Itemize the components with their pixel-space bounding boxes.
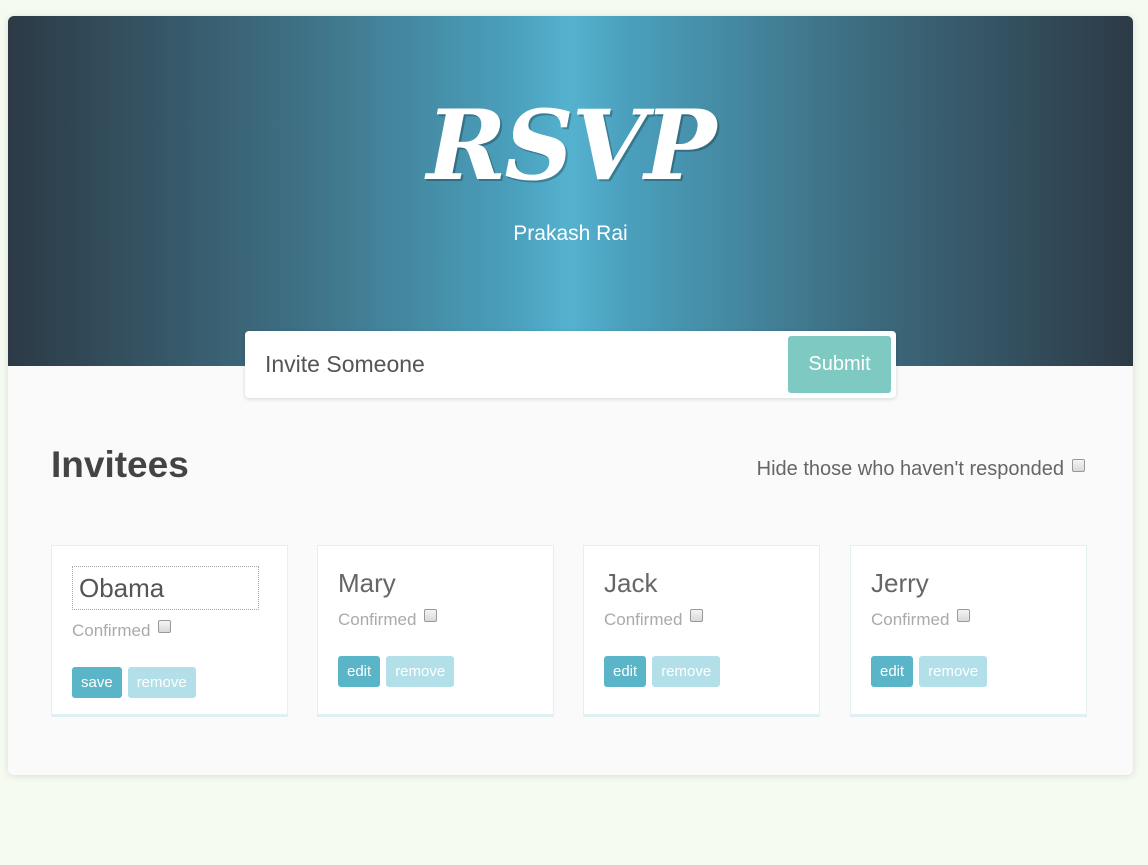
invite-form: Submit [245,331,896,398]
confirmed-label: Confirmed [871,610,950,629]
card-actions: edit remove [338,656,455,687]
invitee-name: Jack [604,568,658,598]
invite-input[interactable] [245,331,765,398]
confirmed-checkbox[interactable] [158,620,172,633]
edit-button[interactable]: edit [338,656,381,687]
filter-checkbox[interactable] [1072,458,1085,472]
confirmed-label: Confirmed [338,610,417,629]
confirmed-toggle[interactable]: Confirmed [72,620,172,640]
confirmed-checkbox[interactable] [690,609,704,622]
invitee-card: Mary Confirmed edit remove [317,545,554,717]
header-subtitle: Prakash Rai [513,222,628,245]
hide-unresponded-filter[interactable]: Hide those who haven't responded [756,458,1085,480]
header-banner: RSVP Prakash Rai [8,16,1133,366]
save-button[interactable]: save [72,667,122,698]
confirmed-checkbox[interactable] [957,609,971,622]
invitee-card: Jerry Confirmed edit remove [850,545,1087,717]
submit-button[interactable]: Submit [788,336,891,393]
card-actions: save remove [72,667,196,698]
confirmed-toggle[interactable]: Confirmed [604,609,704,629]
invitee-name: Jerry [871,568,929,598]
invitee-name-input[interactable] [72,566,259,610]
card-actions: edit remove [604,656,721,687]
invitees-title: Invitees [51,444,189,485]
app-logo: RSVP [426,89,717,202]
app-container: RSVP Prakash Rai Submit Invitees Hide th… [8,16,1133,775]
confirmed-toggle[interactable]: Confirmed [338,609,438,629]
remove-button[interactable]: remove [652,656,721,687]
edit-button[interactable]: edit [604,656,647,687]
edit-button[interactable]: edit [871,656,914,687]
remove-button[interactable]: remove [386,656,455,687]
remove-button[interactable]: remove [919,656,988,687]
filter-label: Hide those who haven't responded [756,458,1064,480]
confirmed-checkbox[interactable] [424,609,438,622]
remove-button[interactable]: remove [127,667,196,698]
invitee-card: Jack Confirmed edit remove [583,545,820,717]
confirmed-label: Confirmed [604,610,683,629]
confirmed-toggle[interactable]: Confirmed [871,609,971,629]
confirmed-label: Confirmed [72,621,151,640]
invitee-card: Confirmed save remove [51,545,288,717]
invitee-name: Mary [338,568,396,598]
card-actions: edit remove [871,656,988,687]
